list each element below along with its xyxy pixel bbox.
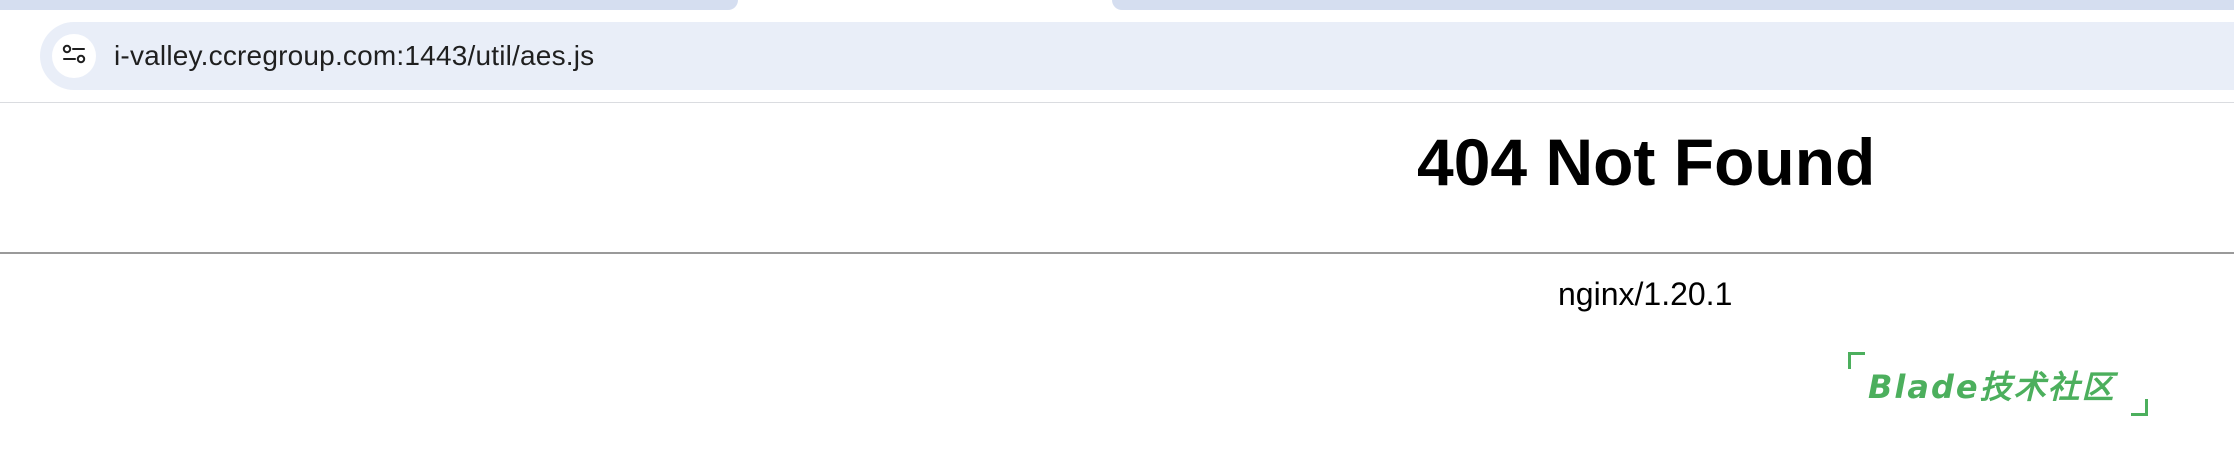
inactive-tab-right[interactable] [1112,0,2234,10]
site-info-button[interactable] [52,34,96,78]
toolbar-divider [0,102,2234,103]
watermark-text: Blade技术社区 [1868,368,2116,406]
watermark-bracket-top-left [1848,352,1865,369]
inactive-tab-left[interactable] [0,0,738,10]
watermark: Blade技术社区 [1848,352,2148,416]
address-bar[interactable]: i-valley.ccregroup.com:1443/util/aes.js [40,22,2234,90]
page-title: 404 Not Found [1417,125,1876,199]
url-text[interactable]: i-valley.ccregroup.com:1443/util/aes.js [114,40,594,72]
tab-strip [0,0,2234,20]
content-divider [0,252,2234,254]
tune-icon [61,41,87,72]
server-signature: nginx/1.20.1 [1558,276,1733,312]
watermark-bracket-bottom-right [2131,399,2148,416]
